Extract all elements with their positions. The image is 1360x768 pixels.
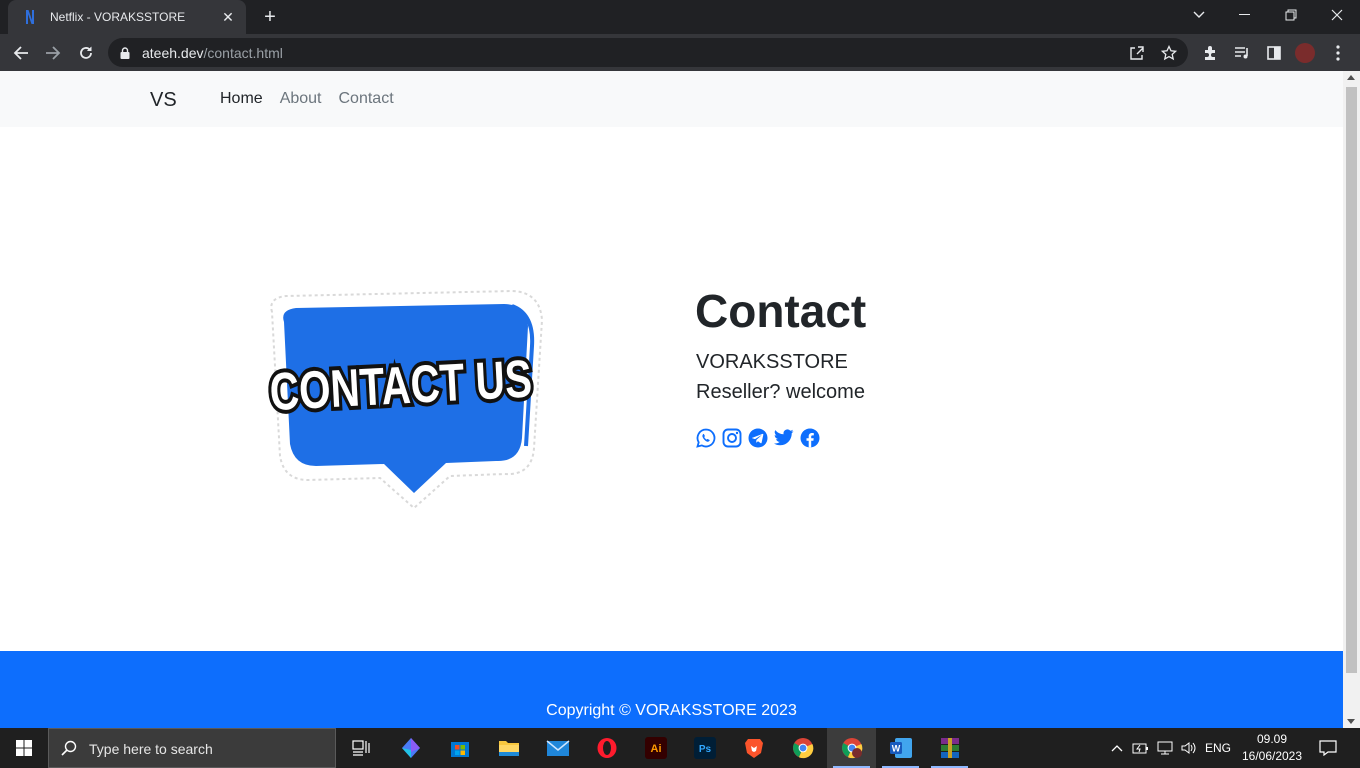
nav-link-home[interactable]: Home <box>220 90 263 108</box>
network-icon[interactable] <box>1154 728 1176 768</box>
facebook-icon[interactable] <box>799 427 820 448</box>
task-view-icon[interactable] <box>336 728 385 768</box>
scroll-up-arrow-icon[interactable] <box>1347 75 1355 80</box>
browser-toolbar: ateeh.dev/contact.html <box>0 34 1360 71</box>
browser-tab[interactable]: Netflix - VORAKSSTORE ✕ <box>8 0 246 34</box>
copilot-icon[interactable] <box>386 728 435 768</box>
site-footer: Copyright © VORAKSSTORE 2023 <box>0 651 1343 728</box>
url-path: /contact.html <box>203 45 283 61</box>
notifications-icon[interactable] <box>1314 728 1342 768</box>
restore-button[interactable] <box>1268 0 1314 30</box>
browser-tab-strip: Netflix - VORAKSSTORE ✕ + <box>0 0 1360 34</box>
microsoft-word-icon[interactable]: W <box>876 728 925 768</box>
minimize-button[interactable] <box>1222 0 1268 30</box>
lock-icon[interactable] <box>120 46 130 64</box>
share-icon[interactable] <box>1128 44 1146 62</box>
show-hidden-icons-chevron-icon[interactable] <box>1106 728 1128 768</box>
instagram-icon[interactable] <box>721 427 742 448</box>
nav-link-contact[interactable]: Contact <box>339 90 394 108</box>
scroll-down-arrow-icon[interactable] <box>1347 719 1355 724</box>
adobe-photoshop-icon[interactable]: Ps <box>680 728 729 768</box>
clock-date: 16/06/2023 <box>1241 749 1303 763</box>
navbar-brand[interactable]: VS <box>150 89 177 112</box>
url-host: ateeh.dev <box>142 45 204 61</box>
reload-icon[interactable] <box>73 40 99 66</box>
menu-kebab-icon[interactable] <box>1327 42 1349 64</box>
microsoft-store-icon[interactable] <box>435 728 484 768</box>
chrome-profile-icon[interactable] <box>827 728 876 768</box>
social-links <box>695 427 820 448</box>
language-indicator[interactable]: ENG <box>1202 728 1234 768</box>
tab-search-icon[interactable] <box>1176 0 1222 30</box>
store-name: VORAKSSTORE <box>696 351 848 373</box>
twitter-icon[interactable] <box>773 427 794 448</box>
whatsapp-icon[interactable] <box>695 427 716 448</box>
nav-link-about[interactable]: About <box>280 90 322 108</box>
tab-title: Netflix - VORAKSSTORE <box>50 10 186 24</box>
adobe-illustrator-icon[interactable]: Ai <box>631 728 680 768</box>
new-tab-button[interactable]: + <box>258 6 282 28</box>
copyright-text: Copyright © VORAKSSTORE 2023 <box>546 702 797 719</box>
media-queue-icon[interactable] <box>1231 42 1253 64</box>
search-placeholder: Type here to search <box>89 741 213 757</box>
netflix-favicon-icon <box>22 9 38 25</box>
winrar-icon[interactable] <box>925 728 974 768</box>
bookmark-star-icon[interactable] <box>1160 44 1178 62</box>
back-arrow-icon[interactable] <box>8 40 34 66</box>
taskbar-search-box[interactable]: Type here to search <box>48 728 336 768</box>
svg-text:Ps: Ps <box>698 744 711 755</box>
nav-links: Home About Contact <box>220 90 394 108</box>
search-icon <box>61 740 77 761</box>
windows-start-icon[interactable] <box>0 728 48 768</box>
svg-text:W: W <box>891 744 900 754</box>
mail-icon[interactable] <box>533 728 582 768</box>
reseller-text: Reseller? welcome <box>696 381 865 403</box>
tab-close-icon[interactable]: ✕ <box>220 9 236 26</box>
svg-text:Ai: Ai <box>650 743 661 755</box>
forward-arrow-icon[interactable] <box>40 40 66 66</box>
system-clock[interactable]: 09.09 16/06/2023 <box>1240 731 1304 765</box>
side-panel-icon[interactable] <box>1263 42 1285 64</box>
telegram-icon[interactable] <box>747 427 768 448</box>
clock-time: 09.09 <box>1256 732 1288 746</box>
brave-browser-icon[interactable] <box>729 728 778 768</box>
page-title: Contact <box>695 285 867 337</box>
contact-us-image: CONTACT US CONTACT US <box>265 289 544 510</box>
windows-taskbar: Type here to search Ai Ps W ENG 09.09 16… <box>0 728 1360 768</box>
chrome-icon[interactable] <box>778 728 827 768</box>
file-explorer-icon[interactable] <box>484 728 533 768</box>
battery-power-icon[interactable] <box>1130 728 1152 768</box>
volume-icon[interactable] <box>1178 728 1200 768</box>
site-navbar: VS Home About Contact <box>0 71 1343 127</box>
url-text[interactable]: ateeh.dev/contact.html <box>142 45 283 61</box>
address-bar[interactable]: ateeh.dev/contact.html <box>108 38 1188 67</box>
scrollbar-thumb[interactable] <box>1346 87 1357 673</box>
extensions-puzzle-icon[interactable] <box>1199 42 1221 64</box>
opera-icon[interactable] <box>582 728 631 768</box>
close-window-button[interactable] <box>1314 0 1360 30</box>
page-viewport: VS Home About Contact CONTACT US CONTACT… <box>0 71 1343 728</box>
profile-avatar-icon[interactable] <box>1294 42 1316 64</box>
page-scrollbar[interactable] <box>1343 71 1360 728</box>
